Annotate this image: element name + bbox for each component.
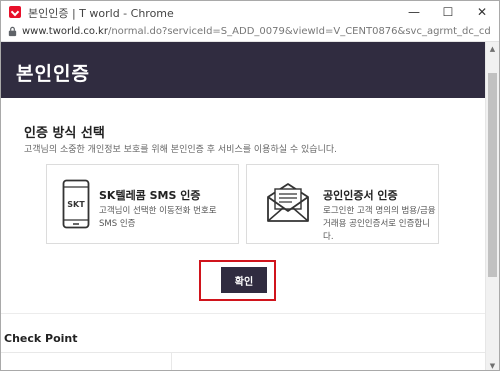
minimize-button[interactable]: — [397,1,431,23]
maximize-button[interactable]: ☐ [431,1,465,23]
title-bar: 본인인증 | T world - Chrome — ☐ ✕ [1,1,499,23]
window-controls: — ☐ ✕ [397,1,499,23]
section-description: 고객님의 소중한 개인정보 보호를 위해 본인인증 후 서비스를 이용하실 수 … [24,145,337,155]
sms-auth-option[interactable]: SKT SK텔레콤 SMS 인증 고객님이 선택한 이동전화 번호로 SMS 인… [46,164,239,244]
phone-skt-icon: SKT [62,179,90,229]
confirm-button[interactable]: 확인 [221,267,267,293]
url-path: /normal.do?serviceId=S_ADD_0079&viewId=V… [107,26,490,37]
certificate-auth-title: 공인인증서 인증 [323,189,398,202]
scroll-thumb[interactable] [488,73,497,277]
tworld-logo-icon [9,6,21,18]
checkpoint-table [1,352,486,370]
url-text[interactable]: www.tworld.co.kr/normal.do?serviceId=S_A… [22,26,490,37]
close-button[interactable]: ✕ [465,1,499,23]
certificate-auth-description: 로그인한 고객 명의의 범용/금융 거래용 공인인증서로 인증합니다. [323,205,438,244]
vertical-scrollbar[interactable]: ▲ ▼ [485,42,499,370]
section-divider [1,313,486,314]
certificate-auth-desc-line2: 거래용 공인인증서로 인증합니다. [323,219,431,242]
skt-icon-label: SKT [67,200,85,209]
envelope-icon [267,183,309,222]
lock-icon [8,26,17,37]
url-host: www.tworld.co.kr [22,26,108,37]
scroll-up-icon[interactable]: ▲ [486,42,499,55]
page-title: 본인인증 [16,63,90,85]
page-content: 본인인증 인증 방식 선택 고객님의 소중한 개인정보 보호를 위해 본인인증 … [1,42,486,370]
section-title: 인증 방식 선택 [24,126,105,141]
address-bar[interactable]: www.tworld.co.kr/normal.do?serviceId=S_A… [1,23,499,42]
sms-auth-desc-line1: 고객님이 선택한 이동전화 번호로 [99,206,217,216]
scroll-down-icon[interactable]: ▼ [486,359,499,370]
sms-auth-title: SK텔레콤 SMS 인증 [99,189,201,202]
checkpoint-title: Check Point [4,332,78,345]
sms-auth-description: 고객님이 선택한 이동전화 번호로 SMS 인증 [99,205,217,231]
window-title: 본인인증 | T world - Chrome [28,7,174,20]
page-header: 본인인증 [1,42,486,98]
table-divider [171,353,172,370]
certificate-auth-desc-line1: 로그인한 고객 명의의 범용/금융 [323,206,436,216]
browser-window: 본인인증 | T world - Chrome — ☐ ✕ www.tworld… [0,0,500,371]
sms-auth-desc-line2: SMS 인증 [99,219,136,229]
certificate-auth-option[interactable]: 공인인증서 인증 로그인한 고객 명의의 범용/금융 거래용 공인인증서로 인증… [246,164,439,244]
